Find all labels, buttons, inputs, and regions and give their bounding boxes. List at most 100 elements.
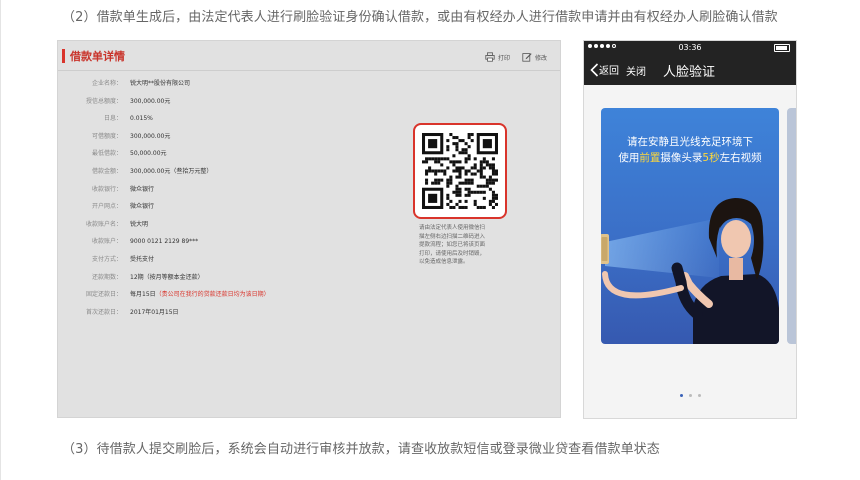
field-value-text: 微众银行 xyxy=(130,185,155,193)
nav-bar: 返回 关闭 人脸验证 xyxy=(584,55,796,85)
step-2-text: （2）借款单生成后，由法定代表人进行刷脸验证身份确认借款，或由有权经办人进行借款… xyxy=(62,10,778,25)
nav-title: 人脸验证 xyxy=(663,65,716,80)
field-label: 首次还款日： xyxy=(85,308,122,316)
close-button[interactable]: 关闭 xyxy=(626,63,646,78)
phone-screen: 03:36 返回 关闭 人脸验证 请在安静且光线充足环境下 使用前置摄像头录5秒… xyxy=(583,40,797,419)
field-label: 可借额度： xyxy=(91,132,122,140)
pager-dot[interactable] xyxy=(689,394,692,397)
print-button[interactable]: 打印 xyxy=(485,50,510,64)
loan-field-row: 授信总额度： 300,000.00元 xyxy=(58,94,408,110)
guide-text: 左右视频 xyxy=(719,152,762,164)
loan-field-row: 可借额度： 300,000.00元 xyxy=(58,129,408,145)
field-value: 9000 0121 2129 89*** xyxy=(130,234,198,250)
field-label: 收款账户名： xyxy=(85,220,122,228)
loan-header: 借款单详情 打印 修改 xyxy=(58,41,560,71)
pager-dot[interactable] xyxy=(680,394,683,397)
field-value: 每月15日（贵公司在我行的贷款还款日均为该日期） xyxy=(130,287,270,303)
field-label: 授信总额度： xyxy=(85,97,122,105)
qr-caption-line: 请由法定代表人使用微信扫 xyxy=(419,225,486,231)
loan-field-row: 开户网点： 微众银行 xyxy=(58,199,408,215)
qr-caption-line: 提款流程；如您已将该页面 xyxy=(419,242,486,248)
chevron-left-icon xyxy=(590,62,599,77)
loan-field-row: 借款金额： 300,000.00元（叁拾万元整） xyxy=(58,164,408,180)
qr-code-icon xyxy=(422,133,498,209)
field-value: 300,000.00元（叁拾万元整） xyxy=(130,164,212,180)
field-value-text: 9000 0121 2129 89*** xyxy=(130,238,199,246)
loan-title: 借款单详情 xyxy=(70,50,125,63)
loan-field-row: 最低借款： 50,000.00元 xyxy=(58,146,408,162)
status-time: 03:36 xyxy=(678,43,702,52)
qr-caption: 请由法定代表人使用微信扫 描左侧右边扫描二维码进入 提款流程；如您已将该页面 打… xyxy=(419,224,505,267)
field-value: 12期（按月等额本金还款） xyxy=(130,270,204,286)
status-bar: 03:36 xyxy=(584,41,796,55)
battery-icon xyxy=(774,44,790,52)
field-value: 锐大明 xyxy=(130,217,148,233)
loan-detail-panel: 借款单详情 打印 修改 企业名称： 锐大明**股份有限公司授信总额度： 300,00… xyxy=(57,40,561,418)
edit-icon xyxy=(522,53,532,62)
print-label: 打印 xyxy=(498,54,511,62)
field-value-text: 50,000.00元 xyxy=(130,150,167,158)
loan-field-row: 收款账户名： 锐大明 xyxy=(58,217,408,233)
qr-code-frame xyxy=(413,123,507,219)
field-note: （贵公司在我行的贷款还款日均为该日期） xyxy=(155,291,270,299)
qr-caption-line: 描左侧右边扫描二维码进入 xyxy=(419,233,486,240)
field-value-text: 锐大明 xyxy=(130,220,149,228)
field-label: 开户网点： xyxy=(91,203,122,211)
qr-caption-line: 以免造成信息泄露。 xyxy=(419,259,469,265)
loan-field-row: 收款银行： 微众银行 xyxy=(58,182,408,198)
field-label: 固定还款日： xyxy=(85,291,122,299)
guide-text: 使用 xyxy=(618,152,640,164)
loan-field-row: 固定还款日： 每月15日（贵公司在我行的贷款还款日均为该日期） xyxy=(58,287,408,303)
guide-text-line2: 使用前置摄像头录5秒左右视频 xyxy=(601,150,779,165)
step-3-text: （3）待借款人提交刷脸后，系统会自动进行审核并放款，请查收放款短信或登录微业贷查… xyxy=(62,442,660,457)
loan-field-row: 还款期数： 12期（按月等额本金还款） xyxy=(58,270,408,286)
loan-field-row: 收款账户： 9000 0121 2129 89*** xyxy=(58,234,408,250)
back-button[interactable]: 返回 xyxy=(590,62,619,77)
loan-field-row: 日息： 0.015% xyxy=(58,111,408,127)
edit-label: 修改 xyxy=(535,54,548,62)
field-value: 微众银行 xyxy=(130,182,154,198)
guide-highlight-seconds: 5秒 xyxy=(702,152,720,164)
back-label: 返回 xyxy=(599,66,619,77)
field-value-text: 12期（按月等额本金还款） xyxy=(130,273,204,281)
loan-field-row: 企业名称： 锐大明**股份有限公司 xyxy=(58,76,408,92)
loan-field-row: 首次还款日： 2017年01月15日 xyxy=(58,305,408,321)
field-label: 企业名称： xyxy=(91,80,122,87)
field-value-text: 0.015% xyxy=(130,115,153,123)
field-value: 300,000.00元 xyxy=(130,129,170,145)
guide-text: 摄像头录 xyxy=(660,152,703,164)
field-value: 锐大明**股份有限公司 xyxy=(130,76,190,92)
field-label: 最低借款： xyxy=(91,150,122,158)
guide-highlight-front: 前置 xyxy=(639,152,661,164)
field-value: 受托支付 xyxy=(130,252,154,268)
field-value: 300,000.00元 xyxy=(130,94,170,110)
guide-text-line1: 请在安静且光线充足环境下 xyxy=(627,136,753,148)
field-label: 收款账户： xyxy=(91,238,122,246)
field-value-text: 300,000.00元 xyxy=(130,132,171,140)
field-value: 2017年01月15日 xyxy=(130,305,179,321)
printer-icon xyxy=(485,52,495,62)
field-label: 支付方式： xyxy=(91,256,122,263)
field-value-text: 锐大明**股份有限公司 xyxy=(130,80,191,87)
loan-field-row: 支付方式： 受托支付 xyxy=(58,252,408,268)
edit-button[interactable]: 修改 xyxy=(522,50,547,64)
field-value-text: 2017年01月15日 xyxy=(130,308,179,316)
field-value-text: 每月15日 xyxy=(130,291,156,299)
face-verify-guide-card[interactable]: 请在安静且光线充足环境下 使用前置摄像头录5秒左右视频 xyxy=(601,108,779,344)
qr-caption-line: 打印，请使用后及时销毁， xyxy=(419,250,486,257)
field-value-text: 微众银行 xyxy=(130,203,155,211)
left-border xyxy=(0,0,1,480)
field-value: 50,000.00元 xyxy=(130,146,167,162)
field-value-text: 受托支付 xyxy=(130,256,155,263)
field-value-text: 300,000.00元 xyxy=(130,97,171,105)
field-label: 收款银行： xyxy=(91,185,122,193)
field-label: 还款期数： xyxy=(91,273,122,281)
field-label: 日息： xyxy=(103,115,122,123)
field-value: 0.015% xyxy=(130,111,153,127)
carousel-pager[interactable] xyxy=(680,394,701,397)
pager-dot[interactable] xyxy=(698,394,701,397)
title-accent-bar xyxy=(62,49,65,63)
field-value-text: 300,000.00元（叁拾万元整） xyxy=(130,168,213,175)
next-card-peek[interactable] xyxy=(787,108,796,344)
field-value: 微众银行 xyxy=(130,199,154,215)
